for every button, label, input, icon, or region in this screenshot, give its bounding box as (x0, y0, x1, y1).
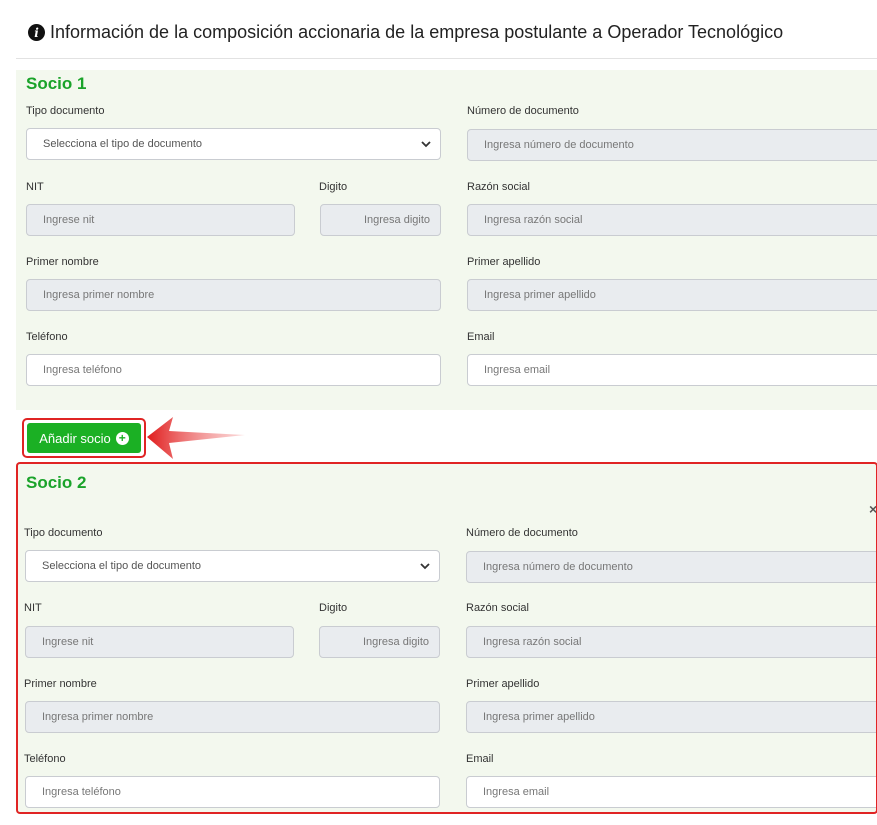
info-icon: i (28, 24, 45, 41)
plus-circle-icon: + (115, 431, 129, 445)
pointer-arrow-icon (147, 417, 245, 459)
numero-documento-field[interactable]: Ingresa número de documento (466, 551, 877, 583)
chevron-down-icon (420, 563, 430, 570)
label-primer-nombre: Primer nombre (24, 678, 97, 690)
label-telefono: Teléfono (26, 331, 68, 343)
header-divider (16, 58, 877, 59)
add-socio-button[interactable]: Añadir socio + (27, 423, 141, 453)
label-email: Email (466, 753, 494, 765)
label-numero-documento: Número de documento (467, 105, 579, 117)
email-field[interactable]: Ingresa email (467, 354, 877, 386)
section-title: Información de la composición accionaria… (50, 22, 784, 42)
nit-field[interactable]: Ingrese nit (25, 626, 294, 658)
label-tipo-documento: Tipo documento (24, 527, 103, 539)
primer-apellido-field[interactable]: Ingresa primer apellido (467, 279, 877, 311)
razon-social-field[interactable]: Ingresa razón social (466, 626, 877, 658)
socio-1-card: Socio 1 Tipo documento Selecciona el tip… (16, 70, 877, 410)
label-razon-social: Razón social (466, 602, 529, 614)
label-numero-documento: Número de documento (466, 527, 578, 539)
close-icon[interactable]: × (869, 501, 877, 517)
add-socio-label: Añadir socio (39, 430, 111, 446)
digito-field[interactable]: Ingresa digito (319, 626, 440, 658)
tipo-documento-select[interactable]: Selecciona el tipo de documento (25, 550, 440, 582)
label-digito: Digito (319, 602, 348, 614)
primer-nombre-field[interactable]: Ingresa primer nombre (26, 279, 441, 311)
email-field[interactable]: Ingresa email (466, 776, 877, 808)
socio-2-title: Socio 2 (26, 473, 87, 492)
numero-documento-field[interactable]: Ingresa número de documento (467, 129, 877, 161)
telefono-field[interactable]: Ingresa teléfono (26, 354, 441, 386)
label-primer-apellido: Primer apellido (467, 256, 541, 268)
tipo-documento-value: Selecciona el tipo de documento (43, 138, 202, 150)
tipo-documento-select[interactable]: Selecciona el tipo de documento (26, 128, 441, 160)
nit-field[interactable]: Ingrese nit (26, 204, 295, 236)
tipo-documento-value: Selecciona el tipo de documento (42, 560, 201, 572)
telefono-field[interactable]: Ingresa teléfono (25, 776, 440, 808)
razon-social-field[interactable]: Ingresa razón social (467, 204, 877, 236)
socio-1-title: Socio 1 (26, 74, 87, 93)
label-telefono: Teléfono (24, 753, 66, 765)
label-primer-apellido: Primer apellido (466, 678, 540, 690)
label-digito: Digito (319, 181, 348, 193)
section-header: i Información de la composición accionar… (28, 22, 783, 43)
label-razon-social: Razón social (467, 181, 530, 193)
add-socio-highlight: Añadir socio + (22, 418, 146, 458)
socio-2-card: Socio 2 × Tipo documento Selecciona el t… (16, 463, 877, 813)
primer-apellido-field[interactable]: Ingresa primer apellido (466, 701, 877, 733)
digito-field[interactable]: Ingresa digito (320, 204, 441, 236)
label-email: Email (467, 331, 495, 343)
label-primer-nombre: Primer nombre (26, 256, 99, 268)
chevron-down-icon (421, 141, 431, 148)
primer-nombre-field[interactable]: Ingresa primer nombre (25, 701, 440, 733)
label-nit: NIT (24, 602, 42, 614)
label-tipo-documento: Tipo documento (26, 105, 105, 117)
label-nit: NIT (26, 181, 44, 193)
